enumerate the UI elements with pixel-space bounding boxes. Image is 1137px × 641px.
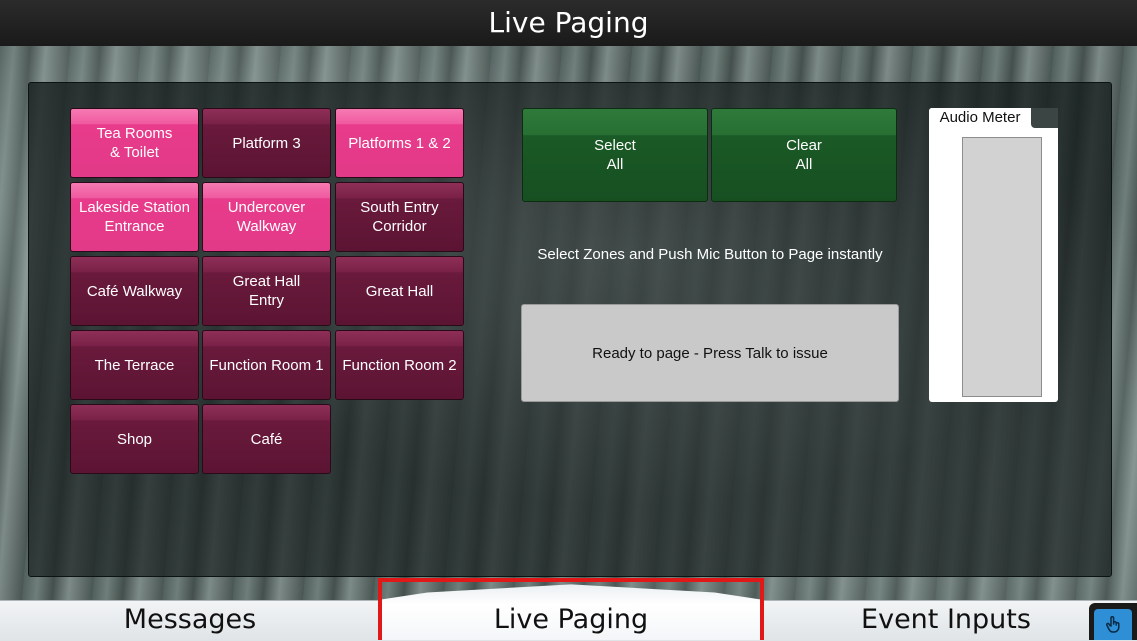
status-text: Ready to page - Press Talk to issue [592,344,828,362]
zone-cafe-walkway[interactable]: Café Walkway [70,256,199,326]
zone-undercover-walkway[interactable]: Undercover Walkway [202,182,331,252]
instructions-text: Select Zones and Push Mic Button to Page… [537,246,883,263]
zone-function-room-2[interactable]: Function Room 2 [335,330,464,400]
zone-lakeside-station-entrance[interactable]: Lakeside Station Entrance [70,182,199,252]
status-display: Ready to page - Press Talk to issue [521,304,899,402]
tab-event-inputs[interactable]: Event Inputs [800,600,1092,640]
tab-live-paging[interactable]: Live Paging [382,600,760,640]
hand-pointer-button[interactable] [1094,609,1132,640]
tab-messages[interactable]: Messages [40,600,340,640]
zone-south-entry-corridor[interactable]: South Entry Corridor [335,182,464,252]
zone-tea-rooms-toilet[interactable]: Tea Rooms & Toilet [70,108,199,178]
audio-meter-label: Audio Meter [929,108,1031,128]
zone-shop[interactable]: Shop [70,404,199,474]
hand-pointer-icon [1106,615,1120,633]
zone-great-hall[interactable]: Great Hall [335,256,464,326]
zone-platform-3[interactable]: Platform 3 [202,108,331,178]
audio-meter-bar [962,137,1042,397]
audio-meter-notch [1031,108,1058,128]
select-all-button[interactable]: Select All [522,108,708,202]
zone-cafe[interactable]: Café [202,404,331,474]
clear-all-button[interactable]: Clear All [711,108,897,202]
zone-the-terrace[interactable]: The Terrace [70,330,199,400]
zone-platforms-1-2[interactable]: Platforms 1 & 2 [335,108,464,178]
zone-great-hall-entry[interactable]: Great Hall Entry [202,256,331,326]
zone-function-room-1[interactable]: Function Room 1 [202,330,331,400]
page-title: Live Paging [0,0,1137,46]
